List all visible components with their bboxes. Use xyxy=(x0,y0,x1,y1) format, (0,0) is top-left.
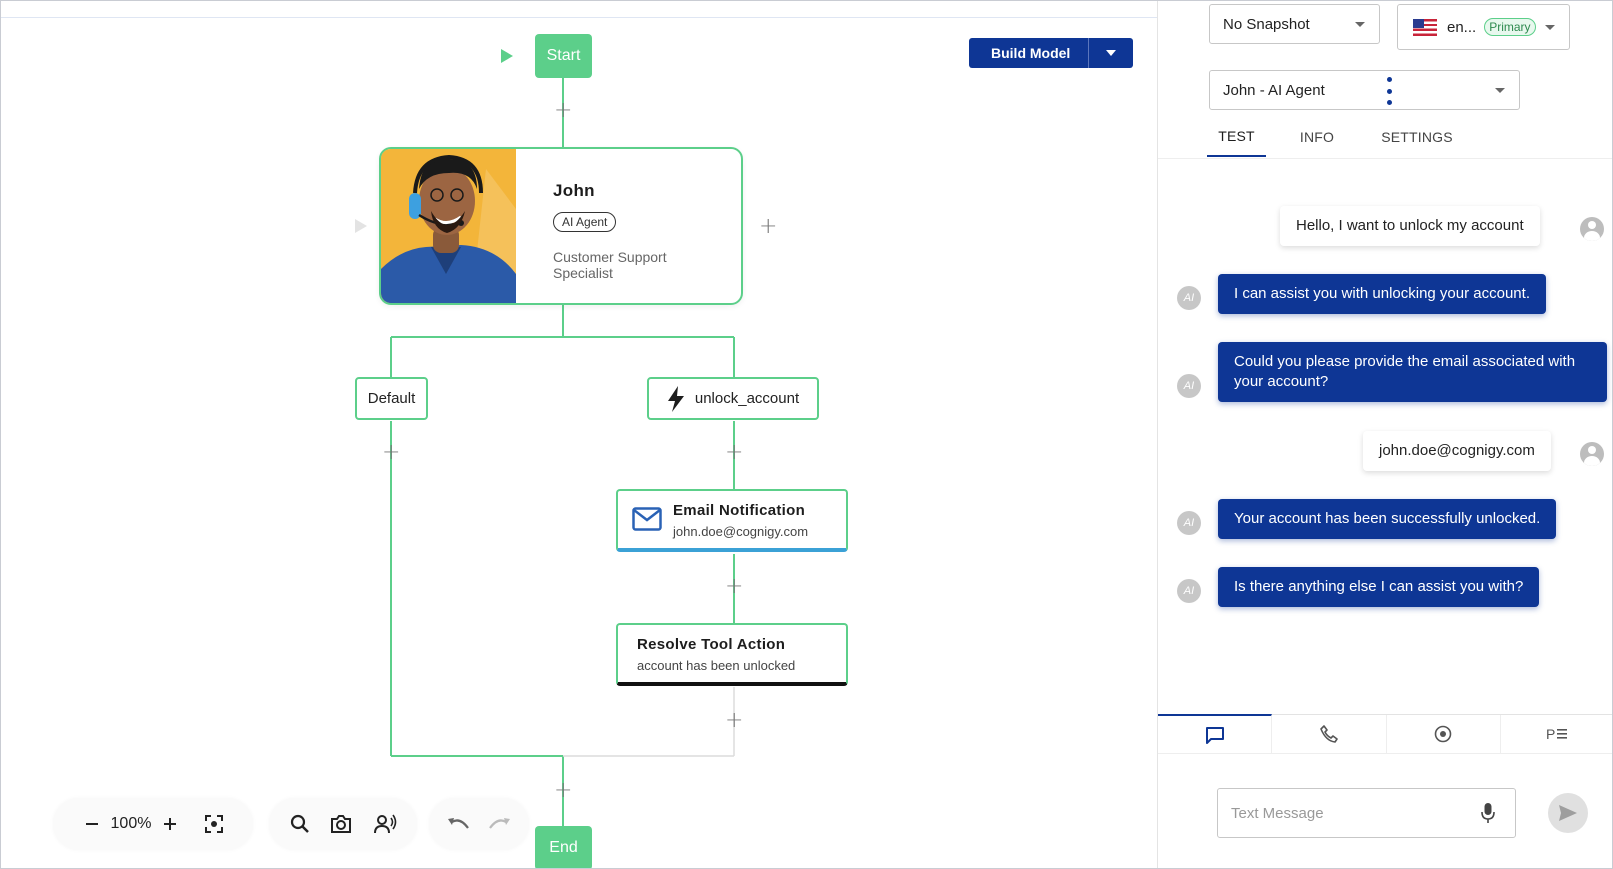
snapshot-select[interactable]: No Snapshot xyxy=(1209,4,1380,44)
lightning-icon xyxy=(667,385,685,412)
flow-start-play-icon[interactable] xyxy=(501,49,513,63)
undo-icon[interactable] xyxy=(446,816,470,832)
channel-tabs: P xyxy=(1158,714,1612,754)
default-branch-node[interactable]: Default xyxy=(355,377,428,420)
svg-text:P: P xyxy=(1546,726,1555,742)
build-model-button[interactable]: Build Model xyxy=(969,38,1090,68)
ai-agent-node[interactable]: John AI Agent Customer Support Specialis… xyxy=(379,147,743,305)
end-node[interactable]: End xyxy=(535,826,592,868)
ai-avatar-icon: AI xyxy=(1177,511,1201,535)
history-toolbar xyxy=(429,798,529,850)
chat-icon xyxy=(1205,726,1225,744)
add-node-plus-icon[interactable]: + xyxy=(725,442,743,464)
tools-toolbar xyxy=(269,798,417,850)
chevron-down-icon xyxy=(1106,50,1117,56)
ai-avatar-icon: AI xyxy=(1177,579,1201,603)
locale-select[interactable]: en... Primary xyxy=(1397,4,1570,50)
user-avatar-icon xyxy=(1580,442,1604,466)
zoom-in-button[interactable] xyxy=(159,813,181,835)
agent-select[interactable]: John - AI Agent xyxy=(1209,70,1520,110)
flow-edges xyxy=(390,78,735,826)
add-node-plus-icon[interactable]: + xyxy=(554,780,572,802)
send-icon xyxy=(1558,804,1578,822)
tab-info[interactable]: INFO xyxy=(1266,117,1368,157)
resolve-node-title: Resolve Tool Action xyxy=(637,636,786,653)
add-node-plus-icon[interactable]: + xyxy=(554,100,572,122)
fit-view-icon[interactable] xyxy=(203,813,225,835)
email-node-subtitle: john.doe@cognigy.com xyxy=(673,524,809,539)
zoom-toolbar: 100% xyxy=(53,798,253,850)
agent-avatar-image xyxy=(381,149,516,303)
ai-avatar-icon: AI xyxy=(1177,374,1201,398)
agent-type-badge: AI Agent xyxy=(553,212,617,232)
microphone-icon[interactable] xyxy=(1481,802,1495,824)
chat-tab[interactable] xyxy=(1158,714,1273,753)
zoom-level: 100% xyxy=(110,815,152,832)
resolve-node-subtitle: account has been unlocked xyxy=(637,658,796,673)
record-icon xyxy=(1434,725,1452,743)
tool-branch-node[interactable]: unlock_account xyxy=(647,377,819,420)
phone-tab[interactable] xyxy=(1272,715,1387,753)
agent-select-value: John - AI Agent xyxy=(1223,81,1325,99)
agent-play-icon[interactable] xyxy=(355,219,367,233)
add-node-plus-icon[interactable]: + xyxy=(725,710,743,732)
user-avatar-icon xyxy=(1580,217,1604,241)
agent-role: Customer Support Specialist xyxy=(553,249,667,281)
playbook-icon: P xyxy=(1546,726,1568,742)
app-window: Start + John AI Agent Customer Support S… xyxy=(0,0,1613,869)
panel-tabs: TEST INFO SETTINGS xyxy=(1207,117,1466,157)
user-message: john.doe@cognigy.com xyxy=(1363,431,1551,471)
email-node-title: Email Notification xyxy=(673,502,806,519)
phone-icon xyxy=(1320,725,1338,743)
tab-test[interactable]: TEST xyxy=(1207,117,1266,157)
user-message: Hello, I want to unlock my account xyxy=(1280,206,1540,246)
more-options-icon[interactable] xyxy=(1384,77,1394,105)
tab-settings[interactable]: SETTINGS xyxy=(1368,117,1466,157)
bot-message: Could you please provide the email assoc… xyxy=(1218,342,1607,402)
tool-branch-label: unlock_account xyxy=(694,390,800,407)
locale-select-value: en... xyxy=(1447,18,1477,36)
bot-message: Is there anything else I can assist you … xyxy=(1218,567,1540,607)
search-icon[interactable] xyxy=(290,814,310,834)
default-branch-label: Default xyxy=(367,390,416,407)
add-node-plus-icon[interactable]: + xyxy=(725,576,743,598)
bot-message: Your account has been successfully unloc… xyxy=(1218,499,1557,539)
mail-icon xyxy=(632,507,662,536)
resolve-tool-action-node[interactable]: Resolve Tool Action account has been unl… xyxy=(616,623,848,686)
voice-agent-icon[interactable] xyxy=(373,814,397,834)
email-notification-node[interactable]: Email Notification john.doe@cognigy.com xyxy=(616,489,848,552)
playbook-tab[interactable]: P xyxy=(1501,715,1612,753)
record-tab[interactable] xyxy=(1387,715,1501,753)
chevron-down-icon xyxy=(1355,21,1365,27)
primary-badge: Primary xyxy=(1484,18,1536,36)
add-node-plus-icon[interactable]: + xyxy=(759,216,777,238)
send-button[interactable] xyxy=(1548,793,1588,833)
ai-avatar-icon: AI xyxy=(1177,286,1201,310)
snapshot-select-value: No Snapshot xyxy=(1223,15,1310,33)
zoom-out-button[interactable] xyxy=(81,813,103,835)
bot-message: I can assist you with unlocking your acc… xyxy=(1218,274,1546,314)
tabs-divider xyxy=(1158,158,1612,159)
add-node-plus-icon[interactable]: + xyxy=(382,442,400,464)
message-input-placeholder: Text Message xyxy=(1231,804,1324,822)
us-flag-icon xyxy=(1413,18,1437,36)
chevron-down-icon xyxy=(1545,24,1555,30)
build-model-dropdown-button[interactable] xyxy=(1089,38,1133,68)
message-input[interactable]: Text Message xyxy=(1217,788,1516,838)
build-model-split-button: Build Model xyxy=(969,38,1134,68)
flow-canvas[interactable]: Start + John AI Agent Customer Support S… xyxy=(1,1,1157,868)
redo-icon[interactable] xyxy=(488,816,512,832)
chevron-down-icon xyxy=(1495,87,1505,93)
agent-name: John xyxy=(553,181,595,200)
start-node[interactable]: Start xyxy=(535,34,592,78)
camera-icon[interactable] xyxy=(330,814,352,834)
